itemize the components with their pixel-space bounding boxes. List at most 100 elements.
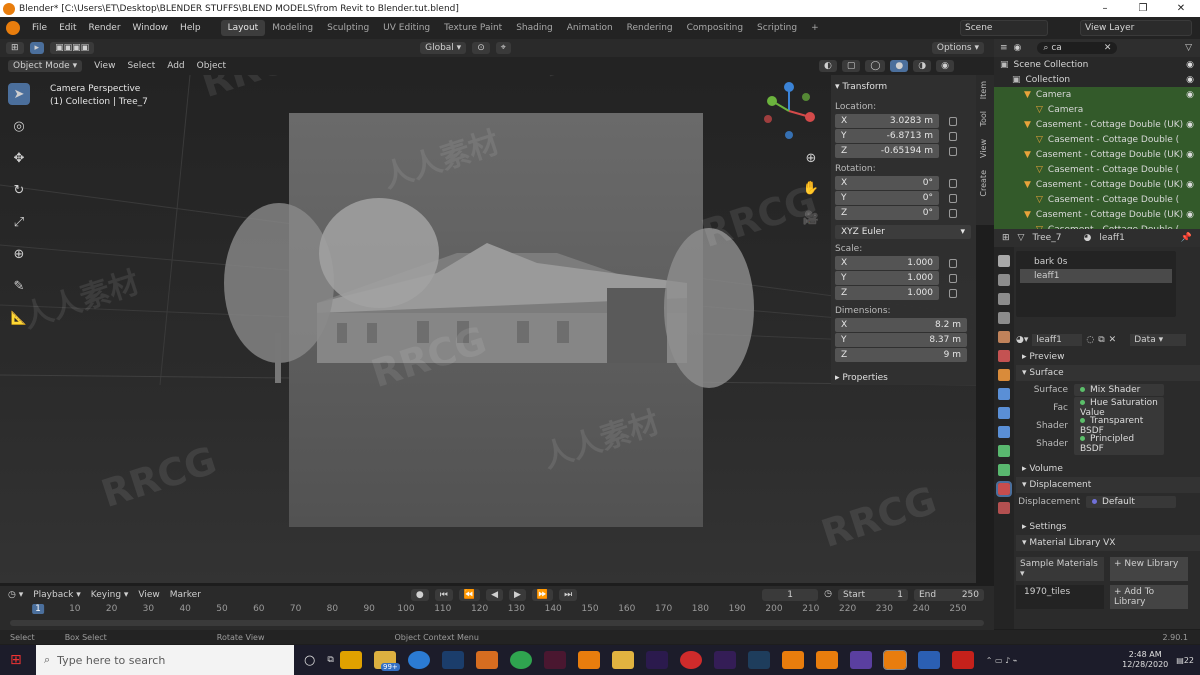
world-tab-icon[interactable] [998,350,1010,362]
viewport-menu-view[interactable]: View [94,61,115,71]
menu-render[interactable]: Render [83,23,127,33]
windows-start-icon[interactable]: ⊞ [10,652,22,668]
current-frame-field[interactable]: 1 [762,589,819,601]
jw-app-icon[interactable] [849,651,872,669]
lightroom-app-icon[interactable] [747,651,770,669]
solid-shading-icon[interactable]: ● [890,60,909,72]
minimize-button[interactable]: – [1086,3,1124,14]
outliner-row[interactable]: ▽ Camera [994,102,1200,117]
unlink-material-icon[interactable]: ✕ [1109,335,1117,345]
surface-section[interactable]: ▾ Surface [1016,365,1200,381]
tab-compositing[interactable]: Compositing [680,20,750,36]
viewport-menu-add[interactable]: Add [167,61,184,71]
jump-end-icon[interactable]: ⏭ [559,589,578,601]
tab-animation[interactable]: Animation [560,20,620,36]
taskbar-search-input[interactable]: ⌕ Type here to search [36,645,294,675]
clear-search-icon[interactable]: ✕ [1104,43,1112,53]
editor-type-icon[interactable]: ◷ ▾ [8,590,23,600]
blender-app-icon[interactable] [577,651,600,669]
add-workspace-button[interactable]: + [804,20,826,36]
properties-subpanel[interactable]: ▸ Properties [835,370,972,388]
task-view-icon[interactable]: ⧉ [327,655,333,665]
rotation-mode-dropdown[interactable]: XYZ Euler ▾ [835,225,971,239]
pivot-icon[interactable]: ⊙ [472,42,490,54]
playback-menu[interactable]: Playback ▾ [33,590,81,600]
marker-menu[interactable]: Marker [170,590,201,600]
record-icon[interactable]: ● [410,589,429,601]
lock-icon[interactable] [949,147,957,156]
pan-hand-icon[interactable]: ✋ [800,177,822,199]
material-slot[interactable]: bark 0s [1020,255,1172,269]
outliner-row[interactable]: ▽ Casement - Cottage Double ( [994,162,1200,177]
transform-header[interactable]: ▾ Transform [835,79,972,97]
viewport-menu-object[interactable]: Object [197,61,226,71]
tab-create[interactable]: Create [976,164,991,203]
after-effects-app-icon[interactable] [645,651,668,669]
object-tab-icon[interactable] [998,369,1010,381]
snap-icon[interactable]: ⌖ [495,42,511,54]
visibility-eye-icon[interactable]: ◉ [1186,210,1194,220]
move-tool-icon[interactable]: ✥ [8,147,30,169]
timeline-view-menu[interactable]: View [138,590,159,600]
data-tab-icon[interactable] [998,464,1010,476]
close-button[interactable]: ✕ [1162,3,1200,14]
view-layer-tab-icon[interactable] [998,312,1010,324]
scale-y-field[interactable]: Y 1.000 [835,271,939,285]
link-dropdown[interactable]: Data ▾ [1130,334,1187,346]
blender-app-icon-2[interactable] [781,651,804,669]
material-library-section[interactable]: ▾ Material Library VX [1016,535,1200,551]
fake-user-icon[interactable]: ◌ [1086,335,1094,345]
outliner-search-input[interactable]: ⌕ ca ✕ [1037,42,1118,54]
acrobat-app-icon[interactable] [951,651,974,669]
overlay-icon[interactable]: ◐ [818,60,837,72]
scene-selector[interactable]: Scene [960,20,1048,36]
constraints-tab-icon[interactable] [998,445,1010,457]
navigation-gizmo[interactable] [760,81,818,143]
dimensions-x-field[interactable]: X 8.2 m [835,318,967,332]
rotate-tool-icon[interactable]: ↻ [8,179,30,201]
object-mode-dropdown[interactable]: Object Mode ▾ [8,60,83,72]
library-item[interactable]: 1970_tiles [1016,585,1104,609]
tab-view[interactable]: View [976,133,991,164]
cursor-tool-icon[interactable]: ◎ [8,115,30,137]
outliner-row[interactable]: ▽ Casement - Cottage Double ( [994,132,1200,147]
displacement-field[interactable]: Displacement Default [1016,493,1200,511]
edge-app-icon[interactable] [407,651,430,669]
media-encoder-app-icon[interactable] [713,651,736,669]
transform-tool-icon[interactable]: ⊕ [8,243,30,265]
location-y-field[interactable]: Y -6.8713 m [835,129,939,143]
word-app-icon[interactable] [917,651,940,669]
output-tab-icon[interactable] [998,293,1010,305]
camera-view-icon[interactable]: 🎥 [800,207,822,229]
new-library-button[interactable]: + New Library [1110,557,1188,581]
filter-dropdown-icon[interactable]: ◉ [1014,43,1022,53]
view-layer-selector[interactable]: View Layer [1080,20,1192,36]
blender-app-icon-active[interactable] [882,650,907,670]
menu-window[interactable]: Window [127,23,175,33]
dimensions-z-field[interactable]: Z 9 m [835,348,967,362]
pin-icon[interactable]: 📌 [1181,233,1192,243]
preview-section[interactable]: ▸ Preview [1016,349,1200,365]
taskbar-clock[interactable]: 2:48 AM 12/28/2020 [1122,650,1168,670]
surface-field[interactable]: Shader Principled BSDF [1016,433,1200,455]
system-tray-icons[interactable]: ⌃ ▭ ♪ ⌁ [986,656,1018,665]
filter-icon[interactable]: ▽ [1185,43,1192,53]
visibility-eye-icon[interactable]: ◉ [1186,90,1194,100]
play-reverse-icon[interactable]: ◀ [486,589,503,601]
material-shading-icon[interactable]: ◑ [913,60,932,72]
scale-x-field[interactable]: X 1.000 [835,256,939,270]
maximize-button[interactable]: ❐ [1124,3,1162,14]
scale-tool-icon[interactable]: ⤢ [8,211,30,233]
scale-z-field[interactable]: Z 1.000 [835,286,939,300]
add-to-library-button[interactable]: + Add To Library [1110,585,1188,609]
sample-materials-dropdown[interactable]: Sample Materials ▾ [1016,557,1104,581]
lock-icon[interactable] [949,274,957,283]
outliner-row[interactable]: ▼ Casement - Cottage Double (UK) ◉ [994,207,1200,222]
outliner-row[interactable]: ▣ Collection ◉ [994,72,1200,87]
keying-menu[interactable]: Keying ▾ [91,590,129,600]
3d-viewport[interactable]: Camera Perspective (1) Collection | Tree… [0,75,976,583]
outliner-row[interactable]: ▣ Scene Collection ◉ [994,57,1200,72]
settings-section[interactable]: ▸ Settings [1016,519,1200,535]
location-z-field[interactable]: Z -0.65194 m [835,144,939,158]
visibility-eye-icon[interactable]: ◉ [1186,60,1194,70]
